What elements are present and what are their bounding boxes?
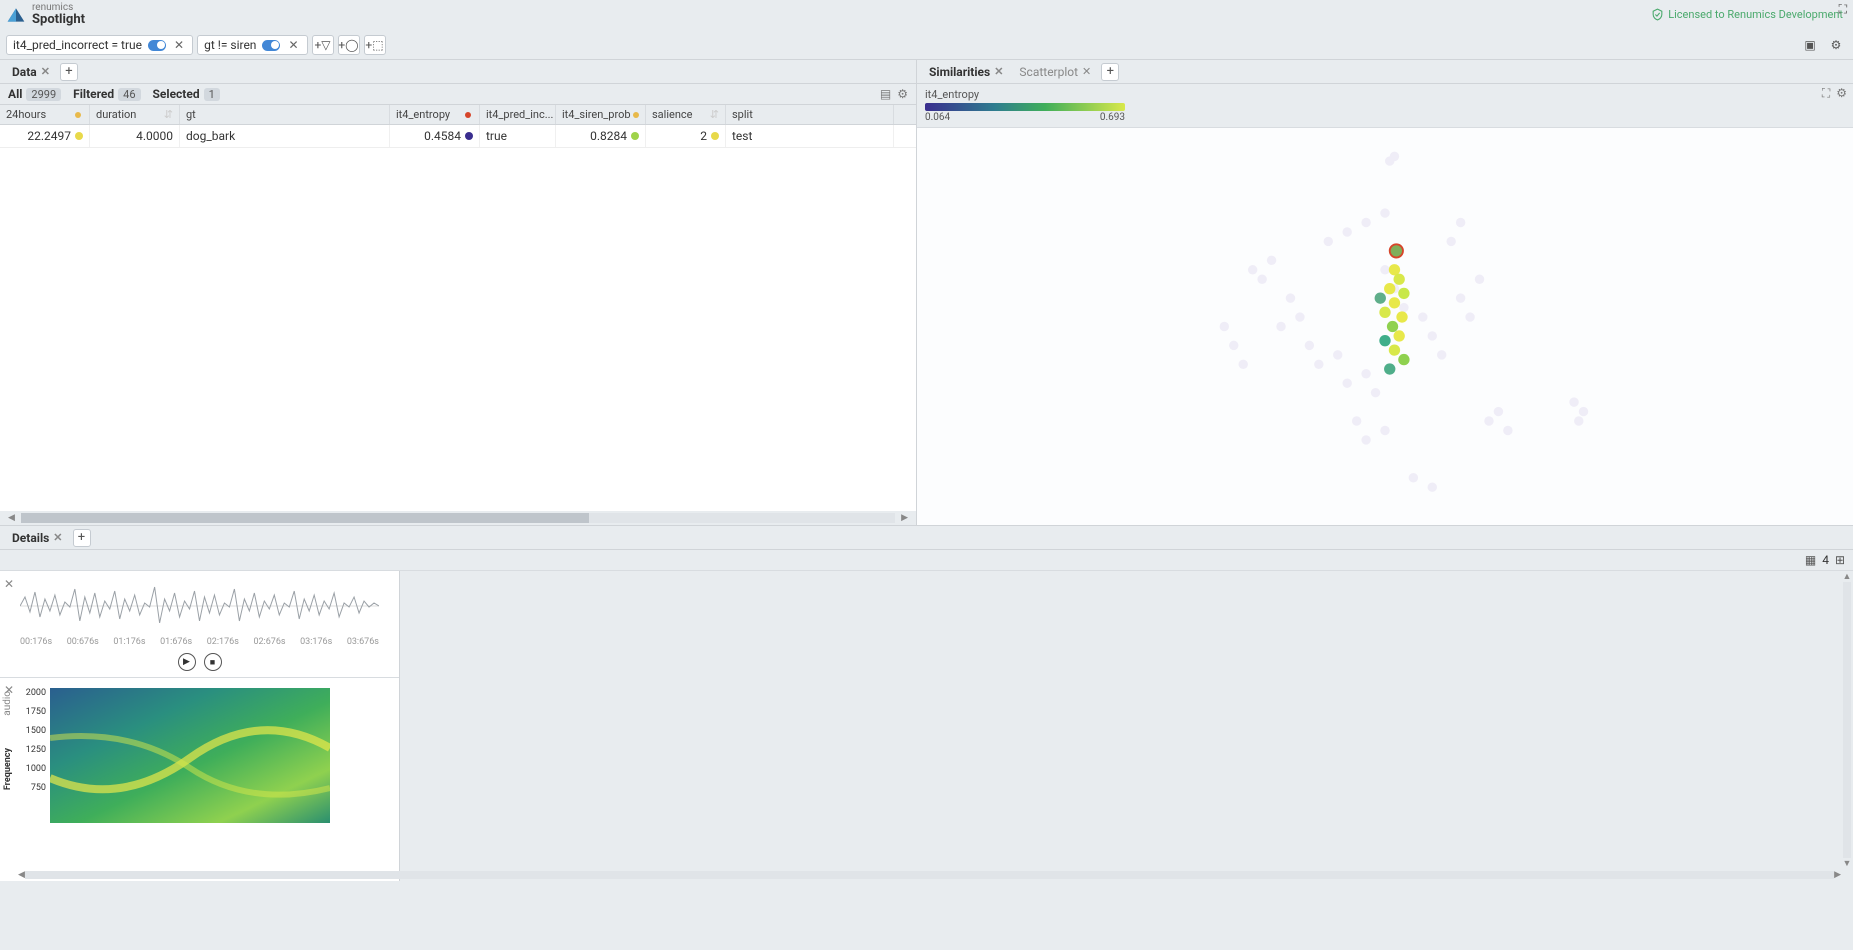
toggle-icon[interactable] — [262, 40, 280, 51]
scroll-right-icon[interactable]: ▶ — [901, 513, 908, 523]
sun-icon — [631, 110, 639, 120]
table-row[interactable]: 22.2497 4.0000 dog_bark 0.4584 true 0.82… — [0, 125, 916, 148]
sun-icon — [73, 110, 83, 120]
tab-details[interactable]: Details✕ — [6, 528, 69, 548]
toggle-icon[interactable] — [148, 40, 166, 51]
col-duration[interactable]: duration⇵ — [90, 105, 180, 124]
details-h-scrollbar[interactable]: ◀▶ — [18, 869, 1841, 881]
shield-icon — [1651, 8, 1664, 21]
close-icon[interactable]: ✕ — [286, 38, 300, 52]
legend-label: it4_entropy — [925, 88, 1845, 101]
close-icon[interactable]: ✕ — [994, 65, 1003, 78]
col-24hours[interactable]: 24hours — [0, 105, 90, 124]
add-config-button[interactable]: +⬚ — [364, 35, 386, 55]
color-gradient — [925, 103, 1125, 111]
details-panel: audio ✕ 00 — [0, 571, 400, 881]
time-axis: 00:176s00:676s01:176s01:676s02:176s02:67… — [20, 637, 379, 647]
close-icon[interactable]: ✕ — [41, 65, 50, 78]
grid-icon[interactable]: ▦ — [1805, 553, 1816, 567]
tab-scatterplot[interactable]: Scatterplot✕ — [1013, 62, 1097, 82]
tab-data[interactable]: Data ✕ — [6, 62, 56, 82]
filter-chip-1-label: it4_pred_incorrect = true — [13, 38, 142, 52]
layout-grid-icon[interactable]: ⊞ — [1835, 553, 1845, 567]
sun-icon — [463, 110, 473, 120]
add-tab-button[interactable]: + — [60, 63, 78, 81]
close-spectrogram-icon[interactable]: ✕ — [4, 683, 14, 697]
license-text: Licensed to Renumics Development — [1668, 8, 1843, 21]
add-filter-button[interactable]: +▽ — [312, 35, 334, 55]
logo-icon — [6, 5, 26, 25]
table-header: 24hours duration⇵ gt it4_entropy it4_pre… — [0, 105, 916, 125]
col-entropy[interactable]: it4_entropy — [390, 105, 480, 124]
col-split[interactable]: split — [726, 105, 894, 124]
col-pred-inc[interactable]: it4_pred_inc... — [480, 105, 556, 124]
waveform[interactable] — [20, 577, 379, 635]
filter-chip-1[interactable]: it4_pred_incorrect = true ✕ — [6, 35, 193, 55]
col-salience[interactable]: salience⇵ — [646, 105, 726, 124]
tab-similarities[interactable]: Similarities✕ — [923, 62, 1009, 82]
gear-icon[interactable]: ⚙ — [1836, 86, 1847, 101]
tab-data-label: Data — [12, 65, 37, 79]
add-tag-button[interactable]: +◯ — [338, 35, 360, 55]
col-gt[interactable]: gt — [180, 105, 390, 124]
details-empty-area: ▲▼ — [400, 571, 1853, 881]
fit-icon[interactable]: ⛶ — [1822, 86, 1830, 101]
add-tab-button[interactable]: + — [1101, 63, 1119, 81]
close-icon[interactable]: ✕ — [1082, 65, 1091, 78]
stop-button[interactable]: ■ — [204, 653, 222, 671]
comment-icon[interactable]: ▤ — [880, 87, 891, 101]
spectrogram[interactable]: Frequency 20001750150012501000750 — [50, 688, 394, 823]
brand: renumics Spotlight — [6, 2, 85, 27]
stat-selected[interactable]: Selected1 — [153, 87, 220, 101]
expand-icon[interactable]: ⛶ — [1839, 2, 1847, 17]
scroll-left-icon[interactable]: ◀ — [8, 513, 15, 523]
filter-bar: it4_pred_incorrect = true ✕ gt != siren … — [0, 31, 1853, 60]
filter-chip-2[interactable]: gt != siren ✕ — [197, 35, 307, 55]
spectrogram-image — [50, 688, 330, 823]
scatter-plot[interactable] — [917, 128, 1853, 525]
license-badge: Licensed to Renumics Development — [1651, 8, 1843, 21]
close-icon[interactable]: ✕ — [172, 38, 186, 52]
gear-icon[interactable]: ⚙ — [897, 87, 908, 101]
add-tab-button[interactable]: + — [73, 529, 91, 547]
close-waveform-icon[interactable]: ✕ — [4, 577, 14, 591]
close-icon[interactable]: ✕ — [53, 531, 62, 544]
v-scrollbar[interactable]: ▲▼ — [1841, 571, 1853, 869]
settings-button[interactable]: ⚙ — [1825, 35, 1847, 55]
col-siren-prob[interactable]: it4_siren_prob — [556, 105, 646, 124]
filter-chip-2-label: gt != siren — [204, 38, 256, 52]
stat-filtered[interactable]: Filtered46 — [73, 87, 140, 101]
details-count: 4 — [1822, 553, 1829, 567]
h-scrollbar[interactable]: ◀ ▶ — [0, 511, 916, 525]
brand-name: Spotlight — [32, 13, 85, 27]
play-button[interactable]: ▶ — [178, 653, 196, 671]
layout-button[interactable]: ▣ — [1799, 35, 1821, 55]
stat-all[interactable]: All2999 — [8, 87, 61, 101]
